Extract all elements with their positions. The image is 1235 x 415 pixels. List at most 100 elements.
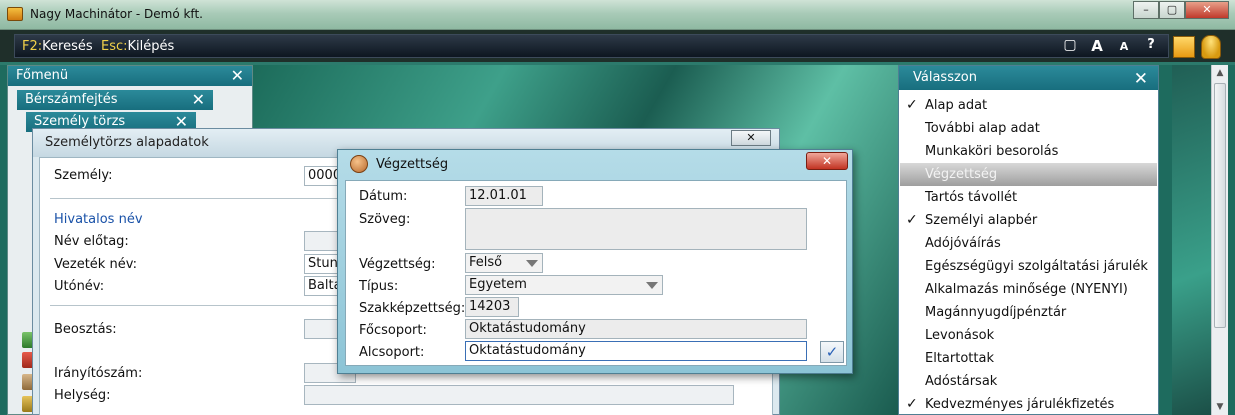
payroll-close-icon[interactable]: ✕ xyxy=(192,90,205,110)
vertical-scrollbar[interactable]: ▲ ▼ xyxy=(1211,65,1228,415)
payroll-panel-header[interactable]: Bérszámfejtés ✕ xyxy=(17,90,213,110)
list-item-label: További alap adat xyxy=(925,121,1040,136)
divider xyxy=(50,198,344,199)
help-icon[interactable]: ? xyxy=(1140,37,1162,57)
search-command[interactable]: F2:Keresés xyxy=(22,39,93,54)
scroll-up-arrow[interactable]: ▲ xyxy=(1212,65,1228,81)
education-value: Felső xyxy=(469,255,503,270)
list-item-label: Magánnyugdíjpénztár xyxy=(925,305,1067,320)
close-window-button[interactable]: ✕ xyxy=(1185,1,1229,19)
list-item[interactable]: ✓ Személyi alapbér xyxy=(900,209,1157,232)
text-label: Szöveg: xyxy=(359,212,411,227)
certificate-icon xyxy=(350,155,368,173)
list-item-label: Egészségügyi szolgáltatási járulék xyxy=(925,259,1148,274)
form-close-button[interactable]: ✕ xyxy=(731,130,771,146)
list-item[interactable]: További alap adat xyxy=(900,117,1157,140)
scroll-down-arrow[interactable]: ▼ xyxy=(1212,399,1228,415)
list-item[interactable]: Adójóváírás xyxy=(900,232,1157,255)
scroll-thumb[interactable] xyxy=(1214,83,1226,328)
font-smaller-icon[interactable]: A xyxy=(1113,40,1135,60)
prefix-label: Név előtag: xyxy=(54,234,129,249)
main-menu-header[interactable]: Főmenü ✕ xyxy=(8,66,252,86)
desktop-background-right xyxy=(1172,65,1212,415)
maximize-button[interactable]: ▢ xyxy=(1159,1,1185,19)
exit-command[interactable]: Esc:Kilépés xyxy=(101,39,174,54)
list-item[interactable]: Tartós távollét xyxy=(900,186,1157,209)
main-toolbar: F2:Keresés Esc:Kilépés ▢ A A ? xyxy=(0,30,1235,65)
list-item-label: Alap adat xyxy=(925,98,988,113)
main-menu-close-icon[interactable]: ✕ xyxy=(231,66,244,86)
payroll-title: Bérszámfejtés xyxy=(25,92,118,107)
sub-group-label: Alcsoport: xyxy=(359,345,425,360)
sub-group-field[interactable]: Oktatástudomány xyxy=(465,341,807,361)
list-item-label: Alkalmazás minősége (NYENYI) xyxy=(925,282,1128,297)
window-controls: – ▢ ✕ xyxy=(1133,1,1229,19)
checkmark-icon: ✓ xyxy=(906,212,918,228)
title-bar: Nagy Machinátor - Demó kft. – ▢ ✕ xyxy=(0,0,1235,30)
list-item[interactable]: Levonások xyxy=(900,324,1157,347)
city-label: Helység: xyxy=(54,388,111,403)
education-label: Végzettség: xyxy=(359,257,436,272)
list-item[interactable]: ✓ Kedvezményes járulékfizetés xyxy=(900,393,1157,415)
text-field[interactable] xyxy=(465,208,807,250)
list-item-label: Kedvezményes járulékfizetés xyxy=(925,397,1115,412)
checkmark-icon: ✓ xyxy=(906,396,918,412)
chevron-down-icon xyxy=(526,260,538,267)
main-group-label: Főcsoport: xyxy=(359,323,427,338)
database-icon[interactable] xyxy=(1201,35,1221,59)
list-item[interactable]: Végzettség xyxy=(900,163,1157,186)
date-field[interactable]: 12.01.01 xyxy=(465,186,543,206)
type-label: Típus: xyxy=(359,279,399,294)
search-label: Keresés xyxy=(42,39,93,54)
choose-panel-title: Válasszon xyxy=(913,70,977,85)
list-item-label: Levonások xyxy=(925,328,995,343)
type-value: Egyetem xyxy=(469,277,527,292)
education-form: Dátum: 12.01.01 Szöveg: Végzettség: Fels… xyxy=(345,180,847,366)
qualification-field[interactable]: 14203 xyxy=(465,297,519,317)
official-name-section: Hivatalos név xyxy=(54,212,143,227)
exit-label: Kilépés xyxy=(127,39,175,54)
list-item[interactable]: Alkalmazás minősége (NYENYI) xyxy=(900,278,1157,301)
toolbar-strip: F2:Keresés Esc:Kilépés ▢ A A ? xyxy=(14,34,1169,58)
exit-shortcut: Esc: xyxy=(101,39,128,54)
person-label: Személy: xyxy=(54,168,113,183)
list-item-label: Eltartottak xyxy=(925,351,994,366)
type-select[interactable]: Egyetem xyxy=(465,275,663,295)
list-item[interactable]: Magánnyugdíjpénztár xyxy=(900,301,1157,324)
list-item[interactable]: Adóstársak xyxy=(900,370,1157,393)
app-icon xyxy=(7,7,23,21)
given-name-label: Utónév: xyxy=(54,279,105,294)
main-group-field[interactable]: Oktatástudomány xyxy=(465,319,807,339)
window-mode-icon[interactable]: ▢ xyxy=(1059,37,1081,57)
divider xyxy=(50,305,344,306)
list-item-label: Adóstársak xyxy=(925,374,998,389)
list-item-label: Tartós távollét xyxy=(925,190,1018,205)
font-larger-icon[interactable]: A xyxy=(1086,37,1108,57)
surname-label: Vezeték név: xyxy=(54,257,138,272)
minimize-button[interactable]: – xyxy=(1133,1,1159,19)
dialog-title: Végzettség xyxy=(376,157,449,172)
date-label: Dátum: xyxy=(359,189,408,204)
checkmark-icon: ✓ xyxy=(906,97,918,113)
list-item[interactable]: ✓ Alap adat xyxy=(900,94,1157,117)
city-field[interactable] xyxy=(304,385,734,405)
main-menu-title: Főmenü xyxy=(16,68,69,83)
qualification-label: Szakképzettség: xyxy=(359,301,466,316)
confirm-check-button[interactable]: ✓ xyxy=(820,341,844,363)
list-item[interactable]: Eltartottak xyxy=(900,347,1157,370)
person-master-title: Személy törzs xyxy=(34,114,126,129)
education-select[interactable]: Felső xyxy=(465,253,543,273)
list-item-label: Személyi alapbér xyxy=(925,213,1038,228)
list-item[interactable]: Munkaköri besorolás xyxy=(900,140,1157,163)
list-item[interactable]: Egészségügyi szolgáltatási járulék xyxy=(900,255,1157,278)
window-title: Nagy Machinátor - Demó kft. xyxy=(30,7,203,21)
position-label: Beosztás: xyxy=(54,322,117,337)
list-item-label: Adójóváírás xyxy=(925,236,1001,251)
monitor-icon[interactable] xyxy=(1173,36,1195,58)
list-item-label: Végzettség xyxy=(925,167,998,182)
chevron-down-icon xyxy=(646,282,658,289)
choose-panel-close-icon[interactable]: ✕ xyxy=(1134,67,1148,91)
choose-panel-header: Válasszon ✕ xyxy=(899,66,1158,90)
search-shortcut: F2: xyxy=(22,39,43,54)
dialog-close-button[interactable]: ✕ xyxy=(806,152,848,170)
